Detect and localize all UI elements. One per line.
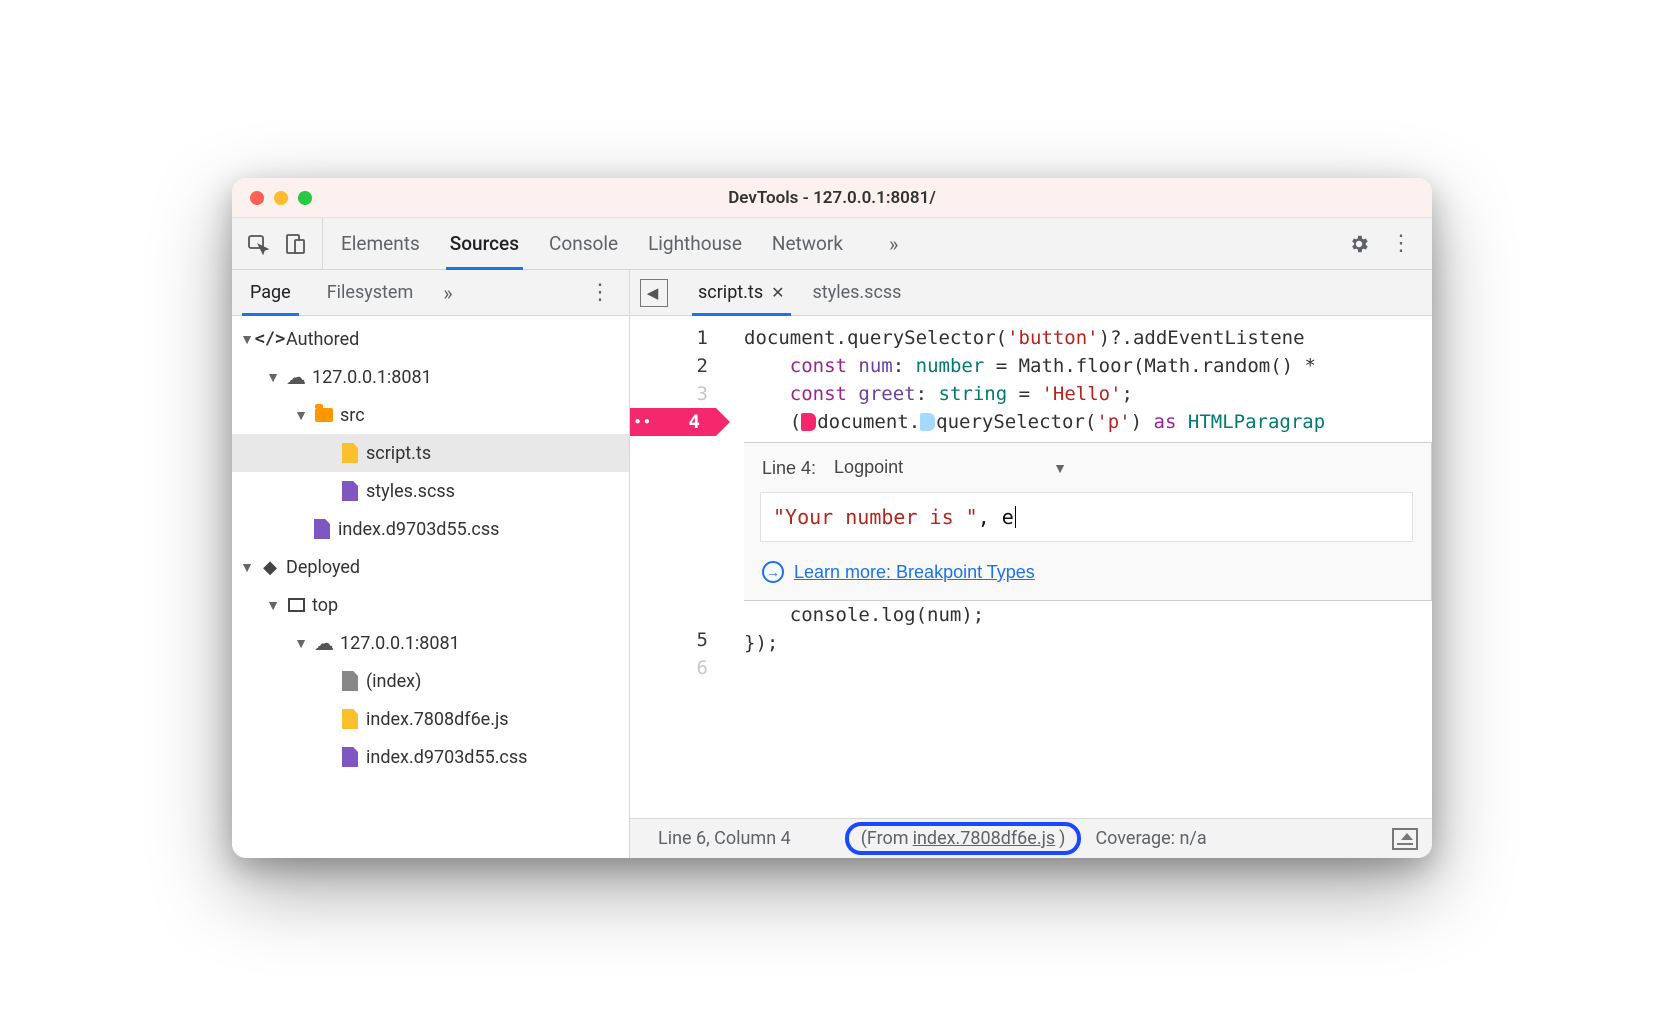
tree-label: (index) — [366, 671, 421, 692]
breakpoint-marker-icon — [801, 413, 816, 431]
tree-label: index.d9703d55.css — [366, 747, 527, 768]
tree-folder-src[interactable]: ▼ src — [232, 396, 629, 434]
kebab-menu-icon[interactable]: ⋮ — [1390, 231, 1412, 256]
tree-top-frame[interactable]: ▼ top — [232, 586, 629, 624]
device-toggle-icon[interactable] — [284, 232, 308, 256]
tree-host-deployed[interactable]: ▼ ☁ 127.0.0.1:8081 — [232, 624, 629, 662]
cloud-icon: ☁ — [286, 367, 306, 387]
tree-label: Authored — [286, 329, 359, 350]
code-body[interactable]: document.querySelector('button')?.addEve… — [722, 316, 1432, 818]
file-tree: ▼ </> Authored ▼ ☁ 127.0.0.1:8081 ▼ src — [232, 316, 629, 858]
devtools-window: DevTools - 127.0.0.1:8081/ Elements Sour… — [232, 178, 1432, 858]
tree-host-authored[interactable]: ▼ ☁ 127.0.0.1:8081 — [232, 358, 629, 396]
window-title: DevTools - 127.0.0.1:8081/ — [232, 188, 1432, 208]
tree-label: 127.0.0.1:8081 — [312, 367, 432, 388]
tree-file-index-css-1[interactable]: index.d9703d55.css — [232, 510, 629, 548]
code-brackets-icon: </> — [260, 329, 280, 349]
cloud-icon: ☁ — [314, 633, 334, 653]
tree-label: Deployed — [286, 557, 360, 578]
editor-tab-bar: ◀ script.ts ✕ styles.scss — [630, 270, 1432, 316]
navigator-tab-page[interactable]: Page — [232, 270, 309, 315]
chevron-down-icon: ▼ — [1053, 460, 1067, 476]
conditional-dots-icon: •• — [634, 408, 652, 436]
tree-file-index[interactable]: (index) — [232, 662, 629, 700]
tree-label: src — [340, 405, 365, 426]
tree-file-script-ts[interactable]: script.ts — [232, 434, 629, 472]
panel-tabs: Elements Sources Console Lighthouse Netw… — [323, 218, 1338, 269]
navigator-tabs: Page Filesystem » ⋮ — [232, 270, 629, 316]
tree-file-styles-scss[interactable]: styles.scss — [232, 472, 629, 510]
css-file-icon — [340, 747, 360, 767]
titlebar: DevTools - 127.0.0.1:8081/ — [232, 178, 1432, 218]
source-map-origin[interactable]: (From index.7808df6e.js ) — [845, 822, 1082, 855]
js-file-icon — [340, 443, 360, 463]
tree-file-index-css-2[interactable]: index.d9703d55.css — [232, 738, 629, 776]
document-file-icon — [340, 671, 360, 691]
folder-icon — [314, 405, 334, 425]
close-icon[interactable]: ✕ — [771, 283, 784, 302]
tab-lighthouse[interactable]: Lighthouse — [648, 218, 742, 269]
css-file-icon — [340, 481, 360, 501]
editor-tab-styles-scss[interactable]: styles.scss — [799, 270, 916, 315]
navigator-tab-filesystem[interactable]: Filesystem — [309, 270, 432, 315]
logpoint-editor: Line 4: Logpoint▼ "Your number is ", e →… — [744, 442, 1432, 601]
frame-icon — [286, 595, 306, 615]
code-editor[interactable]: 1 2 3 ••4 5 6 document.querySelector('bu… — [630, 316, 1432, 818]
info-arrow-icon: → — [762, 561, 784, 583]
cube-icon: ◆ — [260, 557, 280, 577]
tab-network[interactable]: Network — [772, 218, 843, 269]
line-gutter[interactable]: 1 2 3 ••4 5 6 — [630, 316, 722, 818]
text-cursor — [1015, 506, 1016, 528]
tree-label: index.7808df6e.js — [366, 709, 509, 730]
tree-label: top — [312, 595, 338, 616]
traffic-lights — [250, 191, 312, 205]
close-window-button[interactable] — [250, 191, 264, 205]
coverage-status: Coverage: n/a — [1081, 828, 1220, 849]
line-number: 3 — [630, 380, 708, 408]
panel-tab-bar: Elements Sources Console Lighthouse Netw… — [232, 218, 1432, 270]
navigator-kebab-icon[interactable]: ⋮ — [571, 270, 629, 315]
line-number: 1 — [630, 324, 708, 352]
logpoint-type-select[interactable]: Logpoint▼ — [834, 453, 1067, 482]
editor-area: ◀ script.ts ✕ styles.scss 1 2 3 ••4 — [630, 270, 1432, 858]
logpoint-line-label: Line 4: — [762, 454, 816, 482]
editor-tab-script-ts[interactable]: script.ts ✕ — [684, 270, 799, 315]
navigator-more-icon[interactable]: » — [431, 270, 464, 315]
learn-more-link[interactable]: Learn more: Breakpoint Types — [794, 558, 1035, 586]
js-file-icon — [340, 709, 360, 729]
tree-file-index-js[interactable]: index.7808df6e.js — [232, 700, 629, 738]
tree-label: index.d9703d55.css — [338, 519, 499, 540]
tree-label: styles.scss — [366, 481, 455, 502]
line-number: 6 — [630, 654, 708, 682]
logpoint-expression-input[interactable]: "Your number is ", e — [760, 492, 1413, 542]
tab-sources[interactable]: Sources — [450, 218, 519, 269]
line-number: 5 — [630, 626, 708, 654]
gear-icon[interactable] — [1348, 233, 1370, 255]
more-tabs-icon[interactable]: » — [873, 218, 914, 269]
device-controls — [232, 218, 323, 269]
drawer-toggle-icon[interactable] — [1392, 828, 1418, 850]
line-number: 2 — [630, 352, 708, 380]
minimize-window-button[interactable] — [274, 191, 288, 205]
css-file-icon — [312, 519, 332, 539]
zoom-window-button[interactable] — [298, 191, 312, 205]
tab-console[interactable]: Console — [549, 218, 618, 269]
tree-deployed[interactable]: ▼ ◆ Deployed — [232, 548, 629, 586]
navigator-sidebar: Page Filesystem » ⋮ ▼ </> Authored ▼ ☁ 1… — [232, 270, 630, 858]
tree-label: 127.0.0.1:8081 — [340, 633, 460, 654]
cursor-position: Line 6, Column 4 — [644, 828, 805, 849]
tree-authored[interactable]: ▼ </> Authored — [232, 320, 629, 358]
editor-status-bar: Line 6, Column 4 (From index.7808df6e.js… — [630, 818, 1432, 858]
navigator-toggle-icon[interactable]: ◀ — [640, 279, 668, 307]
line-number-breakpoint[interactable]: ••4 — [630, 408, 708, 436]
inspect-element-icon[interactable] — [246, 232, 270, 256]
editor-tab-label: styles.scss — [813, 282, 902, 303]
tree-label: script.ts — [366, 443, 431, 464]
editor-tab-label: script.ts — [698, 282, 763, 303]
step-marker-icon — [920, 413, 935, 431]
source-map-origin-link[interactable]: index.7808df6e.js — [913, 828, 1056, 849]
tab-elements[interactable]: Elements — [341, 218, 420, 269]
